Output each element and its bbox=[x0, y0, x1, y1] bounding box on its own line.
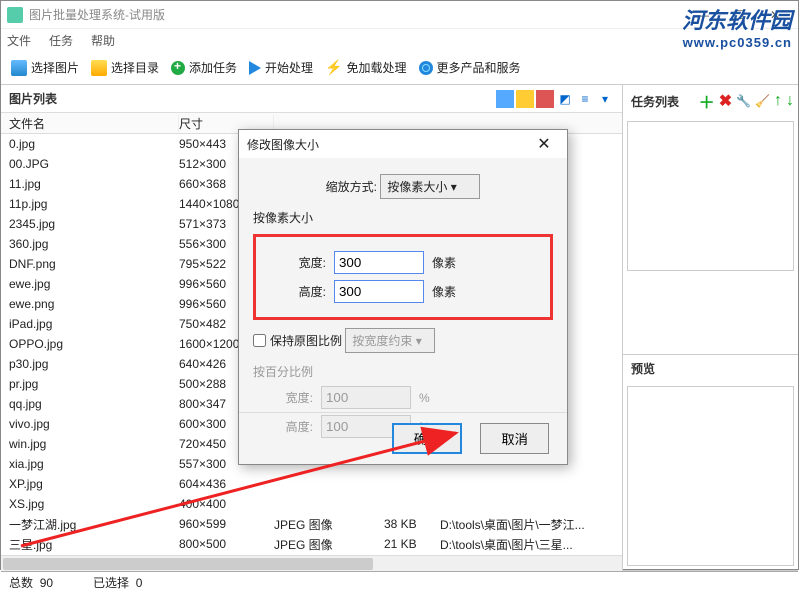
plus-icon bbox=[171, 61, 185, 75]
table-row[interactable]: XP.jpg604×436 bbox=[9, 474, 622, 494]
table-row[interactable]: XS.jpg400×400 bbox=[9, 494, 622, 514]
table-row[interactable]: 三星.jpg800×500JPEG 图像21 KBD:\tools\桌面\图片\… bbox=[9, 534, 622, 554]
right-panel: 任务列表 ＋ ✖ 🔧 🧹 ↑ ↓ 预览 bbox=[623, 85, 798, 571]
toolbar-free[interactable]: ⚡免加载处理 bbox=[321, 57, 410, 78]
status-bar: 总数 90 已选择 0 bbox=[1, 571, 798, 593]
window-title: 图片批量处理系统-试用版 bbox=[29, 6, 165, 23]
image-icon bbox=[11, 60, 27, 76]
by-pixel-label: 按像素大小 bbox=[253, 209, 553, 226]
menubar: 文件 任务 帮助 bbox=[1, 29, 798, 51]
titlebar: 图片批量处理系统-试用版 — ☐ ✕ bbox=[1, 1, 798, 29]
menu-help[interactable]: 帮助 bbox=[91, 32, 115, 49]
width-input[interactable] bbox=[334, 251, 424, 274]
horizontal-scrollbar[interactable] bbox=[1, 555, 622, 571]
close-button[interactable]: ✕ bbox=[758, 4, 792, 26]
dialog-title: 修改图像大小 bbox=[247, 136, 319, 153]
minimize-button[interactable]: — bbox=[686, 4, 720, 26]
menu-task[interactable]: 任务 bbox=[49, 32, 73, 49]
pixel-fields-highlight: 宽度: 像素 高度: 像素 bbox=[253, 234, 553, 320]
toolbar-select-image[interactable]: 选择图片 bbox=[7, 57, 83, 78]
panel-title: 图片列表 bbox=[1, 85, 65, 112]
task-delete-icon[interactable]: ✖ bbox=[719, 91, 732, 111]
height-label: 高度: bbox=[266, 283, 326, 300]
pct-width-input bbox=[321, 386, 411, 409]
dialog-close-button[interactable]: ✕ bbox=[529, 134, 559, 154]
keep-ratio-label: 保持原图比例 bbox=[270, 332, 342, 349]
table-row[interactable]: 一梦江湖.jpg960×599JPEG 图像38 KBD:\tools\桌面\图… bbox=[9, 514, 622, 534]
constraint-select[interactable]: 按宽度约束 ▾ bbox=[345, 328, 435, 353]
mini-icon[interactable]: ≡ bbox=[576, 90, 594, 108]
width-unit: 像素 bbox=[432, 254, 472, 271]
folder-icon bbox=[91, 60, 107, 76]
task-broom-icon[interactable]: 🧹 bbox=[755, 94, 770, 108]
app-icon bbox=[7, 7, 23, 23]
play-icon bbox=[249, 61, 261, 75]
mini-icon[interactable] bbox=[536, 90, 554, 108]
height-unit: 像素 bbox=[432, 283, 472, 300]
task-up-icon[interactable]: ↑ bbox=[774, 92, 782, 110]
resize-dialog: 修改图像大小 ✕ 缩放方式: 按像素大小 ▾ 按像素大小 宽度: 像素 高度: … bbox=[238, 129, 568, 465]
cancel-button[interactable]: 取消 bbox=[480, 423, 549, 454]
scale-mode-label: 缩放方式: bbox=[326, 178, 377, 195]
keep-ratio-checkbox[interactable] bbox=[253, 334, 266, 347]
toolbar: 选择图片 选择目录 添加任务 开始处理 ⚡免加载处理 更多产品和服务 bbox=[1, 51, 798, 85]
mini-icon[interactable]: ◩ bbox=[556, 90, 574, 108]
task-list-title: 任务列表 bbox=[623, 88, 687, 115]
preview-title: 预览 bbox=[623, 355, 798, 382]
mini-icon[interactable] bbox=[516, 90, 534, 108]
menu-file[interactable]: 文件 bbox=[7, 32, 31, 49]
scale-mode-select[interactable]: 按像素大小 ▾ bbox=[380, 174, 480, 199]
toolbar-start[interactable]: 开始处理 bbox=[245, 57, 317, 78]
toolbar-more[interactable]: 更多产品和服务 bbox=[415, 57, 525, 78]
globe-icon bbox=[419, 61, 433, 75]
task-wrench-icon[interactable]: 🔧 bbox=[736, 94, 751, 108]
col-name[interactable]: 文件名 bbox=[9, 115, 179, 132]
height-input[interactable] bbox=[334, 280, 424, 303]
task-add-icon[interactable]: ＋ bbox=[699, 89, 715, 113]
mini-icon[interactable]: ▾ bbox=[596, 90, 614, 108]
bolt-icon: ⚡ bbox=[325, 59, 342, 76]
maximize-button[interactable]: ☐ bbox=[722, 4, 756, 26]
width-label: 宽度: bbox=[266, 254, 326, 271]
by-percent-label: 按百分比例 bbox=[253, 363, 553, 380]
toolbar-select-dir[interactable]: 选择目录 bbox=[87, 57, 163, 78]
toolbar-add-task[interactable]: 添加任务 bbox=[167, 57, 241, 78]
ok-button[interactable]: 确定 bbox=[392, 423, 463, 454]
mini-icon[interactable] bbox=[496, 90, 514, 108]
task-down-icon[interactable]: ↓ bbox=[786, 92, 794, 110]
